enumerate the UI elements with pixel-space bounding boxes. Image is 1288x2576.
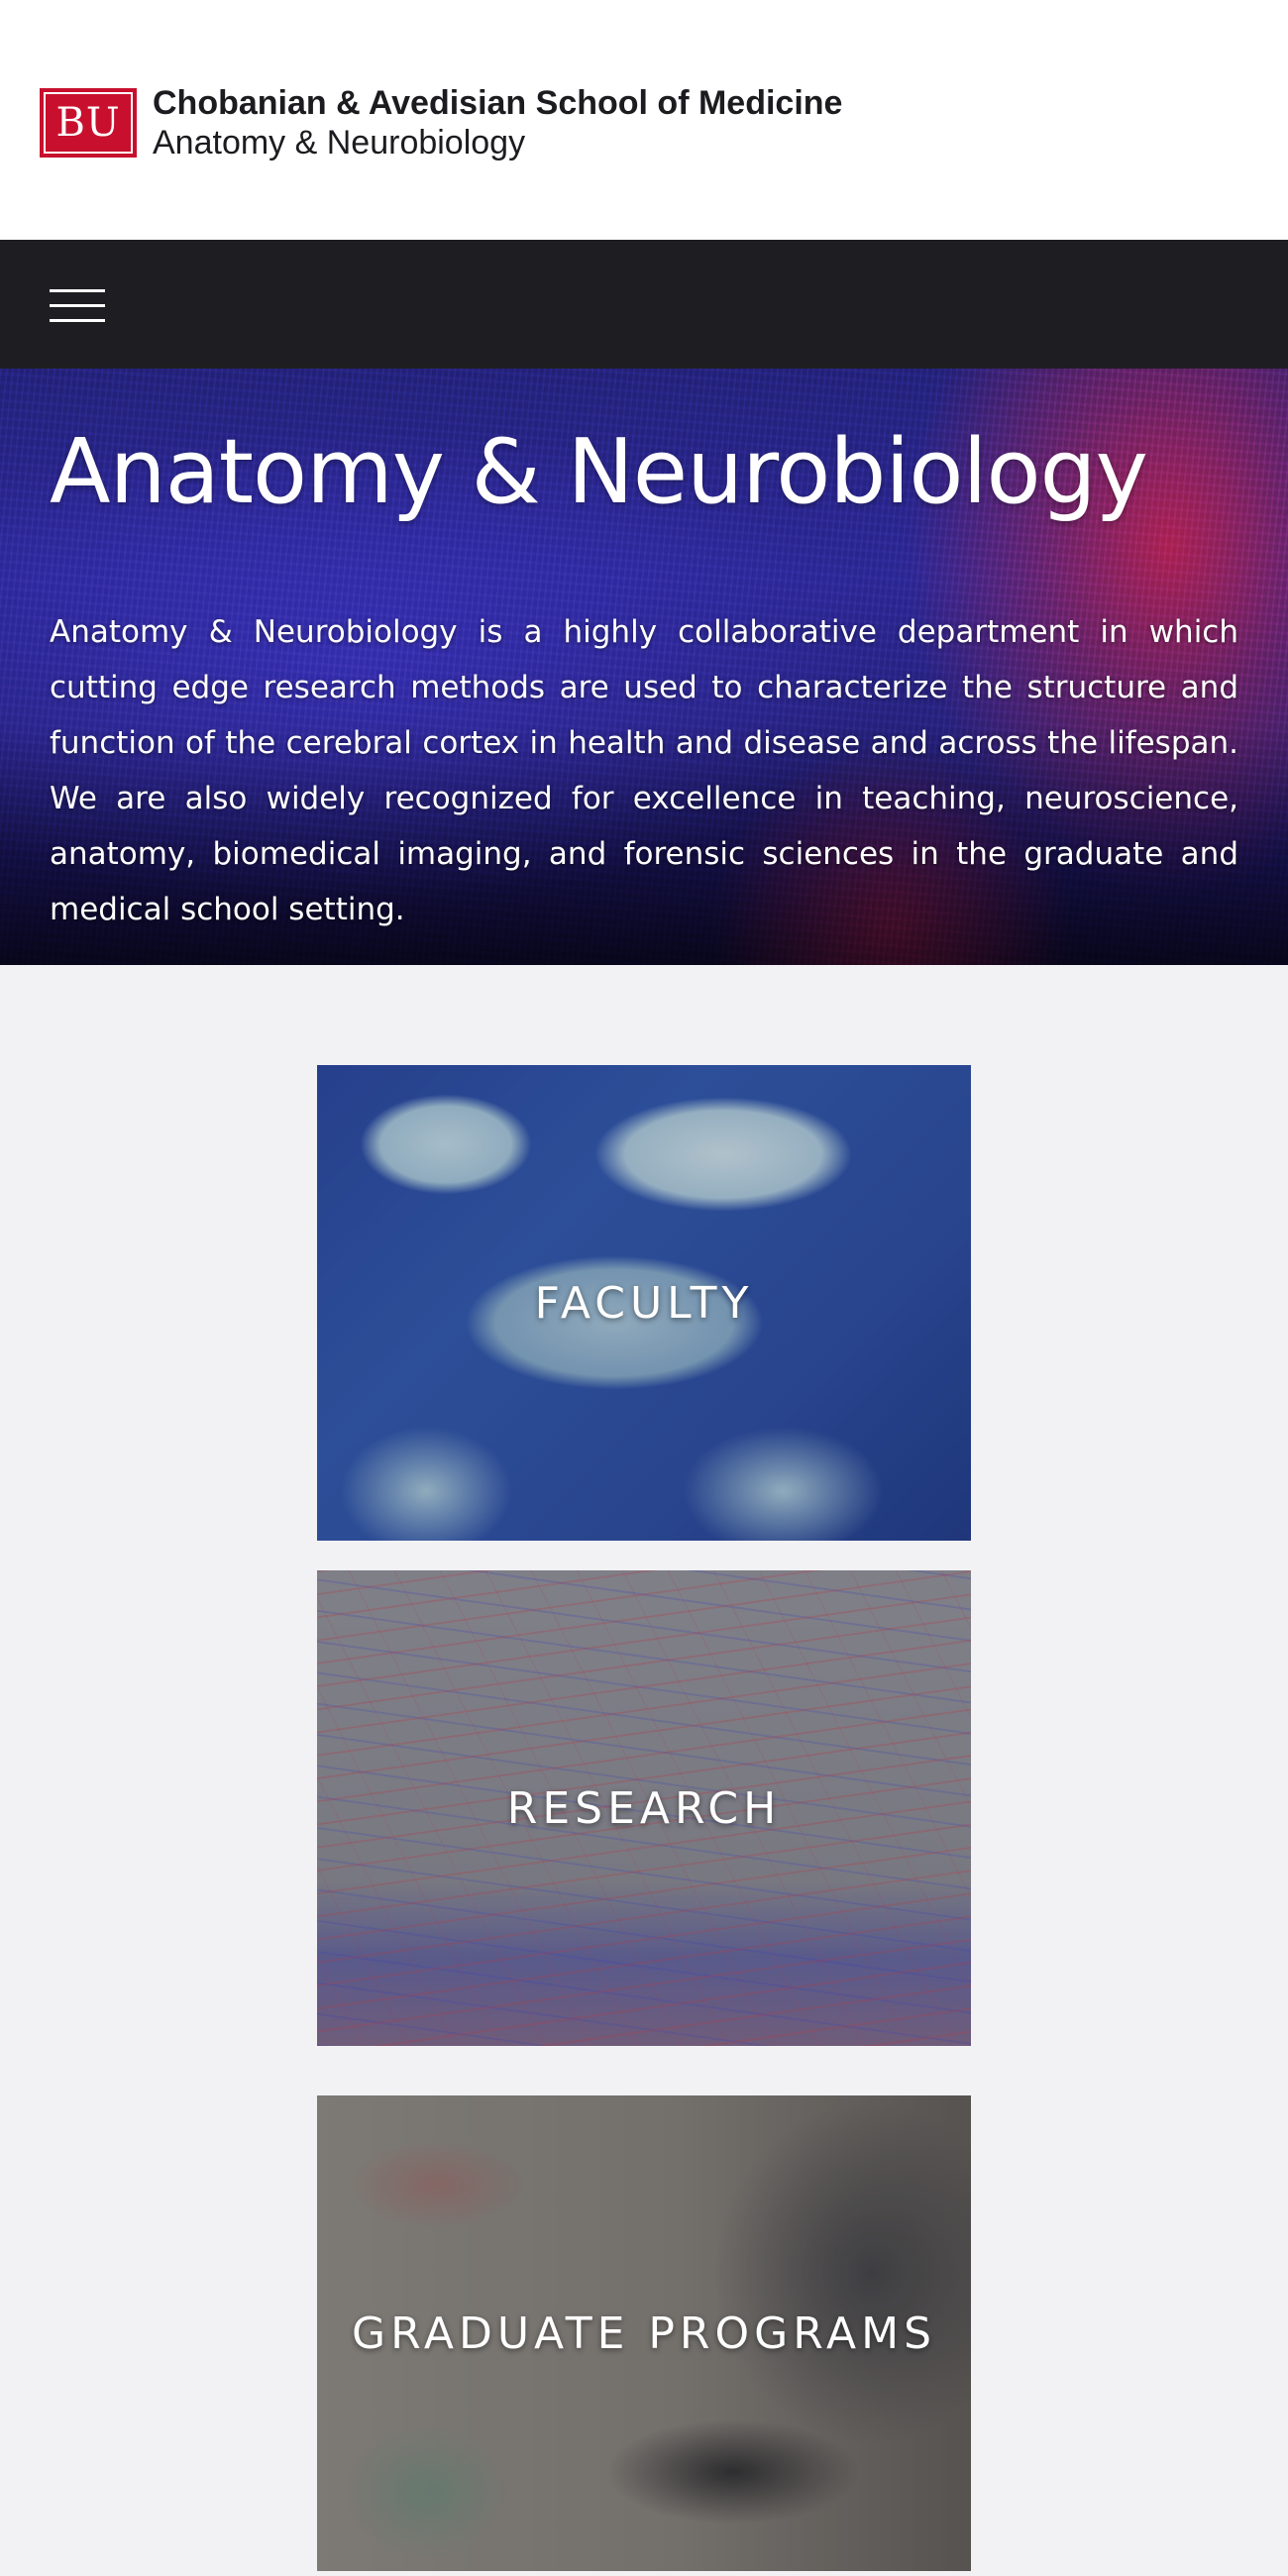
menu-line [50, 288, 105, 292]
site-header: BU Chobanian & Avedisian School of Medic… [0, 0, 1288, 240]
research-tile-label: RESEARCH [506, 1782, 782, 1834]
nav-bar [0, 240, 1288, 369]
menu-line [50, 318, 105, 322]
department-name: Anatomy & Neurobiology [153, 124, 526, 161]
graduate-programs-tile[interactable]: GRADUATE PROGRAMS [317, 2095, 971, 2571]
faculty-tile-label: FACULTY [534, 1277, 754, 1329]
bu-logo-text: BU [55, 100, 121, 146]
brand-text: Chobanian & Avedisian School of Medicine… [153, 83, 842, 162]
hero-banner: Anatomy & Neurobiology Anatomy & Neurobi… [0, 369, 1288, 965]
research-tile[interactable]: RESEARCH [317, 1570, 971, 2046]
site-brand-link[interactable]: BU Chobanian & Avedisian School of Medic… [40, 83, 842, 162]
hamburger-menu-icon[interactable] [40, 275, 115, 335]
department-description: Anatomy & Neurobiology is a highly colla… [50, 614, 1238, 927]
page-title: Anatomy & Neurobiology [50, 420, 1148, 524]
school-name: Chobanian & Avedisian School of Medicine [153, 84, 843, 122]
graduate-programs-tile-label: GRADUATE PROGRAMS [351, 2308, 937, 2359]
faculty-tile[interactable]: FACULTY [317, 1065, 971, 1541]
menu-line [50, 303, 105, 307]
bu-logo: BU [40, 88, 137, 158]
